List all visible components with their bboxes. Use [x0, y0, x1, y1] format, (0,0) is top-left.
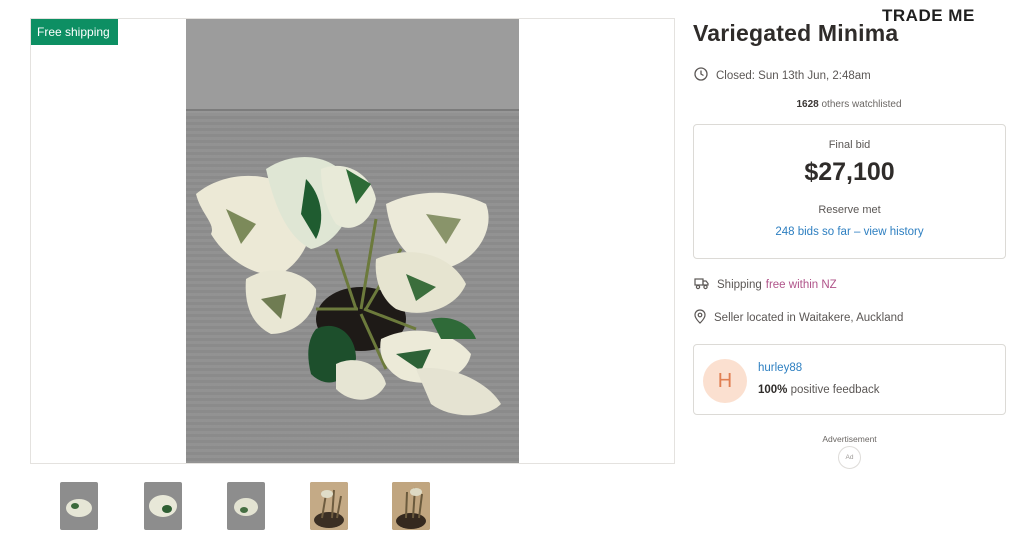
seller-feedback: 100% positive feedback [758, 384, 879, 396]
shipping-label: Shipping [717, 279, 762, 291]
closed-status: Closed: Sun 13th Jun, 2:48am [694, 67, 871, 84]
shipping-info: Shipping free within NZ [694, 277, 837, 293]
clock-icon [694, 67, 708, 84]
thumbnail-strip [60, 482, 460, 532]
seller-avatar[interactable]: H [703, 359, 747, 403]
closed-text: Closed: Sun 13th Jun, 2:48am [716, 69, 871, 82]
thumbnail-5[interactable] [392, 482, 430, 530]
seller-username[interactable]: hurley88 [758, 362, 802, 374]
watchlist-count: 1628 others watchlisted [693, 99, 1005, 110]
final-bid-label: Final bid [828, 139, 871, 151]
thumbnail-1[interactable] [60, 482, 98, 530]
location-pin-icon [694, 309, 706, 327]
thumbnail-2[interactable] [144, 482, 182, 530]
watchlist-number: 1628 [796, 99, 819, 110]
watchlist-suffix: others watchlisted [818, 99, 902, 110]
feedback-suffix: positive feedback [787, 384, 880, 396]
ad-badge[interactable]: Ad [838, 446, 861, 469]
listing-title: Variegated Minima [693, 20, 899, 46]
seller-card[interactable]: H hurley88 100% positive feedback [693, 344, 1006, 415]
reserve-status: Reserve met [818, 204, 881, 216]
plant-illustration [196, 157, 501, 416]
main-product-photo[interactable] [186, 19, 519, 463]
advertisement-label: Advertisement [822, 434, 877, 444]
thumbnail-3[interactable] [227, 482, 265, 530]
bid-summary-card: Final bid $27,100 Reserve met 248 bids s… [693, 124, 1006, 259]
thumbnail-4[interactable] [310, 482, 348, 530]
final-bid-amount: $27,100 [804, 158, 895, 186]
free-shipping-badge: Free shipping [31, 19, 118, 45]
seller-location: Seller located in Waitakere, Auckland [694, 309, 903, 327]
product-gallery[interactable]: Free shipping [30, 18, 675, 464]
shipping-value: free within NZ [765, 279, 837, 291]
truck-icon [694, 277, 709, 293]
bid-history-link[interactable]: 248 bids so far – view history [694, 226, 1005, 238]
seller-location-text: Seller located in Waitakere, Auckland [714, 312, 904, 324]
feedback-percentage: 100% [758, 384, 788, 396]
